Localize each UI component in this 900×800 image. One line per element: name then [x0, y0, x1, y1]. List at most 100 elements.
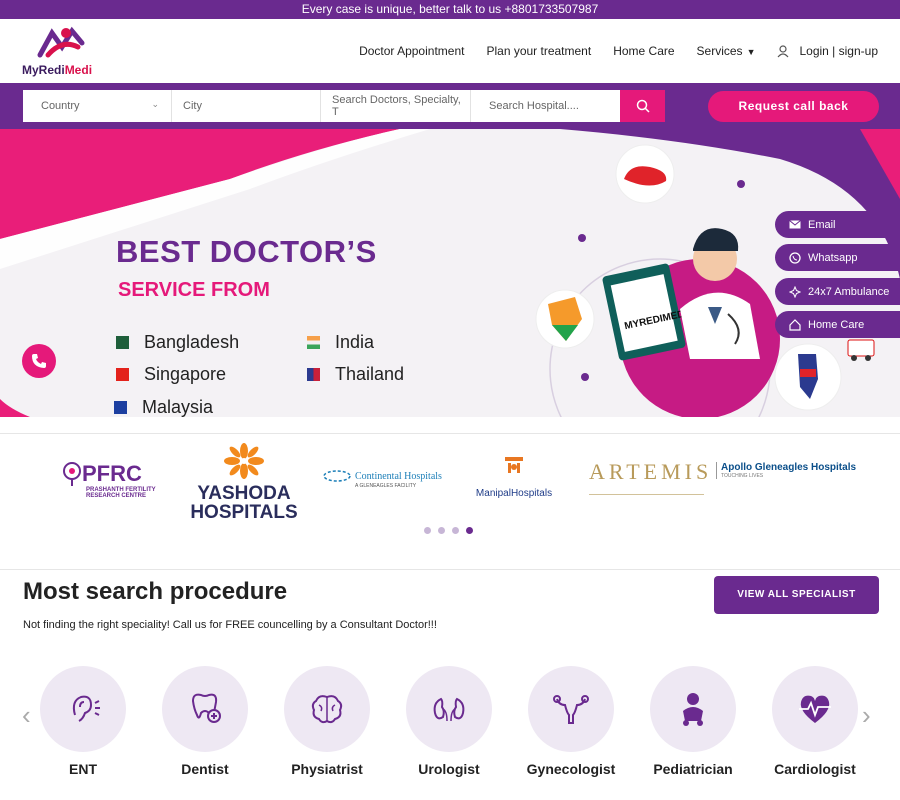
- login-link[interactable]: Login | sign-up: [777, 44, 878, 58]
- side-tab-label: 24x7 Ambulance: [808, 285, 890, 298]
- country-singapore: Singapore: [116, 364, 226, 385]
- login-label: Login | sign-up: [799, 44, 878, 58]
- specialty-pediatrician[interactable]: Pediatrician: [643, 666, 743, 777]
- specialty-circle: [528, 666, 614, 752]
- country-bangladesh: Bangladesh: [116, 332, 239, 353]
- thailand-flag-icon: [307, 368, 320, 381]
- country-label: Thailand: [335, 364, 405, 384]
- country-label: Malaysia: [142, 397, 214, 417]
- country-label: India: [335, 332, 375, 352]
- specialty-circle: [284, 666, 370, 752]
- hospital-search-input[interactable]: Search Hospital....: [471, 90, 620, 122]
- request-callback-button[interactable]: Request call back: [708, 91, 879, 122]
- partner-apollo-logo[interactable]: Apollo Gleneagles Hospitals TOUCHING LIV…: [716, 462, 856, 479]
- partner-yashoda-logo[interactable]: YASHODA HOSPITALS: [190, 443, 298, 522]
- pfrc-sub2: RESEARCH CENTRE: [86, 493, 147, 499]
- carousel-dots: [424, 527, 473, 534]
- specialty-gynecologist[interactable]: Gynecologist: [521, 666, 621, 777]
- side-tab-email[interactable]: Email: [775, 211, 900, 238]
- carousel-prev-icon[interactable]: ‹: [22, 700, 31, 731]
- carousel-dot-active[interactable]: [466, 527, 473, 534]
- search-box: Country ⌄ City Search Doctors, Specialty…: [23, 90, 665, 122]
- doctor-placeholder: Search Doctors, Specialty, T: [332, 94, 461, 118]
- doctor-search-input[interactable]: Search Doctors, Specialty, T: [321, 90, 471, 122]
- city-placeholder: City: [183, 100, 202, 112]
- specialty-label: Cardiologist: [774, 761, 856, 777]
- specialty-circle: [162, 666, 248, 752]
- specialty-label: ENT: [69, 761, 97, 777]
- side-tab-ambulance[interactable]: 24x7 Ambulance: [775, 278, 900, 305]
- country-select[interactable]: Country ⌄: [23, 90, 172, 122]
- search-icon: [636, 99, 650, 113]
- hospital-placeholder: Search Hospital....: [489, 100, 579, 112]
- home-care-icon: [789, 318, 801, 331]
- hero-banner: MYREDIMEDI BEST DOCTOR’S SERVICE FROM Ba…: [0, 129, 900, 417]
- nav-home-care[interactable]: Home Care: [613, 44, 674, 58]
- artemis-name: ARTEMIS: [589, 459, 713, 484]
- specialty-circle: [406, 666, 492, 752]
- partner-artemis-logo[interactable]: ARTEMIS: [589, 459, 713, 495]
- specialty-dentist[interactable]: Dentist: [155, 666, 255, 777]
- nav-plan-treatment[interactable]: Plan your treatment: [486, 44, 591, 58]
- singapore-flag-icon: [116, 368, 129, 381]
- apollo-name: Apollo Gleneagles Hospitals: [721, 462, 857, 473]
- baby-icon: [683, 693, 703, 726]
- procedures-title: Most search procedure: [23, 578, 288, 605]
- phone-icon: [32, 354, 46, 368]
- ambulance-icon: [789, 285, 801, 298]
- side-tab-whatsapp[interactable]: Whatsapp: [775, 244, 900, 271]
- yashoda-line2: HOSPITALS: [190, 502, 298, 523]
- specialty-urologist[interactable]: Urologist: [399, 666, 499, 777]
- hero-title: BEST DOCTOR’S: [116, 234, 377, 269]
- country-label: Singapore: [144, 364, 227, 384]
- caret-down-icon: ▼: [746, 47, 756, 57]
- main-nav: Doctor Appointment Plan your treatment H…: [359, 44, 878, 58]
- call-button[interactable]: [22, 344, 56, 378]
- nav-doctor-appointment[interactable]: Doctor Appointment: [359, 44, 464, 58]
- side-tab-label: Home Care: [808, 318, 865, 331]
- whatsapp-icon: [789, 251, 801, 264]
- manipal-emblem-icon: [505, 457, 523, 473]
- view-all-specialist-button[interactable]: VIEW ALL SPECIALIST: [714, 576, 879, 614]
- carousel-dot[interactable]: [452, 527, 459, 534]
- specialty-cardiologist[interactable]: Cardiologist: [765, 666, 865, 777]
- nav-services[interactable]: Services ▼: [697, 44, 756, 58]
- carousel-dot[interactable]: [424, 527, 431, 534]
- procedures-subtitle: Not finding the right speciality! Call u…: [23, 619, 437, 631]
- malaysia-flag-icon: [114, 401, 127, 414]
- continental-sub: A GLENEAGLES FACILITY: [355, 483, 417, 489]
- partner-continental-logo[interactable]: Continental Hospitals A GLENEAGLES FACIL…: [323, 469, 442, 489]
- brand-name-part2: Medi: [64, 63, 93, 77]
- ear-icon: [72, 695, 100, 722]
- side-tab-label: Email: [808, 218, 836, 231]
- specialty-ent[interactable]: ENT: [33, 666, 133, 777]
- partner-manipal-logo[interactable]: ManipalHospitals: [474, 453, 554, 499]
- city-input[interactable]: City: [172, 90, 321, 122]
- specialty-label: Physiatrist: [291, 761, 363, 777]
- specialty-label: Pediatrician: [653, 761, 733, 777]
- continental-icon: [323, 470, 351, 482]
- partner-pfrc-logo[interactable]: PFRC PRASHANTH FERTILITY RESEARCH CENTRE: [62, 461, 156, 499]
- bangladesh-flag-icon: [116, 336, 129, 349]
- site-header: MyRediMedi Doctor Appointment Plan your …: [0, 19, 900, 83]
- brand-name-part1: MyRedi: [22, 63, 65, 77]
- heart-pulse-icon: [799, 695, 831, 723]
- brand-name[interactable]: MyRediMedi: [22, 63, 92, 77]
- side-tab-label: Whatsapp: [808, 251, 858, 264]
- carousel-dot[interactable]: [438, 527, 445, 534]
- specialty-circle: [650, 666, 736, 752]
- specialty-label: Dentist: [181, 761, 229, 777]
- yashoda-flower-icon: [224, 443, 264, 479]
- chevron-down-icon: ⌄: [151, 99, 159, 109]
- partner-logos-carousel: PFRC PRASHANTH FERTILITY RESEARCH CENTRE…: [0, 433, 900, 570]
- specialty-circle: [772, 666, 858, 752]
- side-tab-home-care[interactable]: Home Care: [775, 311, 900, 338]
- country-label: Bangladesh: [144, 332, 240, 352]
- user-icon: [778, 44, 789, 57]
- nav-services-label: Services: [696, 44, 743, 58]
- specialty-physiatrist[interactable]: Physiatrist: [277, 666, 377, 777]
- search-button[interactable]: [620, 90, 665, 122]
- hero-subtitle: SERVICE FROM: [118, 279, 270, 301]
- tooth-icon: [191, 693, 221, 723]
- yashoda-line1: YASHODA: [197, 483, 291, 504]
